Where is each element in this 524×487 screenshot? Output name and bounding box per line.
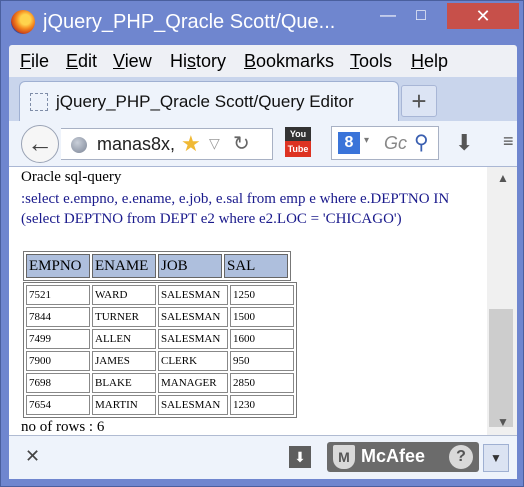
header-table: EMPNO ENAME JOB SAL <box>23 251 291 281</box>
header-row: EMPNO ENAME JOB SAL <box>26 254 288 278</box>
cell-job: SALESMAN <box>158 285 228 305</box>
vertical-scrollbar[interactable]: ▲ ▼ <box>487 167 517 435</box>
mcafee-label: McAfee <box>361 446 426 466</box>
cell-sal: 950 <box>230 351 294 371</box>
row-count: no of rows : 6 <box>21 419 105 435</box>
youtube-icon-top: You <box>285 127 311 141</box>
cell-sal: 1600 <box>230 329 294 349</box>
scroll-thumb[interactable] <box>489 309 513 427</box>
url-text[interactable]: manas8x, <box>97 134 177 155</box>
table-row: 7499 ALLEN SALESMAN 1600 <box>26 329 294 349</box>
cell-empno: 7521 <box>26 285 90 305</box>
menu-bookmarks[interactable]: Bookmarks <box>244 51 334 72</box>
page-title: Oracle sql-query <box>21 169 122 185</box>
tab-query-editor[interactable]: jQuery_PHP_Qracle Scott/Query Editor <box>19 81 399 121</box>
search-icon[interactable]: ⚲ <box>414 130 429 155</box>
bookmark-star-icon[interactable]: ★ <box>181 131 201 157</box>
header-sal: SAL <box>224 254 288 278</box>
close-icon[interactable]: ✕ <box>447 3 519 29</box>
firefox-logo-icon <box>11 10 35 34</box>
cell-empno: 7844 <box>26 307 90 327</box>
addon-bar: ✕ ⬇ M McAfee ? ▼ <box>9 435 517 479</box>
table-row: 7698 BLAKE MANAGER 2850 <box>26 373 294 393</box>
results-table: 7521 WARD SALESMAN 1250 7844 TURNER SALE… <box>23 282 297 418</box>
cell-ename: BLAKE <box>92 373 156 393</box>
menu-file[interactable]: File <box>20 51 49 72</box>
page-icon <box>30 93 48 111</box>
table-row: 7654 MARTIN SALESMAN 1230 <box>26 395 294 415</box>
minimize-icon[interactable]: — <box>373 3 403 29</box>
cell-ename: ALLEN <box>92 329 156 349</box>
navigation-bar: ← manas8x, ★ ▽ ↻ You Tube 8 ▾ Gc ⚲ ⬇ ≡ <box>9 121 517 167</box>
sql-query-text: :select e.empno, e.ename, e.job, e.sal f… <box>21 191 450 227</box>
cell-sal: 2850 <box>230 373 294 393</box>
header-job: JOB <box>158 254 222 278</box>
menu-help[interactable]: Help <box>411 51 448 72</box>
addon-dropdown-icon[interactable]: ▼ <box>483 444 509 472</box>
window-title: jQuery_PHP_Qracle Scott/Que... <box>43 11 336 33</box>
cell-job: SALESMAN <box>158 307 228 327</box>
cell-job: CLERK <box>158 351 228 371</box>
cell-ename: MARTIN <box>92 395 156 415</box>
youtube-icon[interactable]: You Tube <box>285 127 311 161</box>
header-empno: EMPNO <box>26 254 90 278</box>
header-ename: ENAME <box>92 254 156 278</box>
menu-view[interactable]: View <box>113 51 152 72</box>
cell-empno: 7499 <box>26 329 90 349</box>
table-row: 7844 TURNER SALESMAN 1500 <box>26 307 294 327</box>
maximize-icon[interactable]: □ <box>406 3 436 29</box>
google-icon[interactable]: 8 <box>338 132 360 154</box>
scroll-up-icon[interactable]: ▲ <box>497 171 509 186</box>
url-bar[interactable]: manas8x, ★ ▽ ↻ <box>61 128 273 160</box>
cell-job: MANAGER <box>158 373 228 393</box>
menu-icon[interactable]: ≡ <box>503 131 514 152</box>
menu-history[interactable]: History <box>170 51 226 72</box>
back-arrow-icon[interactable]: ← <box>21 125 59 163</box>
table-row: 7521 WARD SALESMAN 1250 <box>26 285 294 305</box>
page-content: Oracle sql-query :select e.empno, e.enam… <box>9 167 517 435</box>
help-icon[interactable]: ? <box>449 445 473 469</box>
mcafee-shield-icon: M <box>333 445 355 469</box>
mcafee-button[interactable]: M McAfee ? <box>327 442 479 472</box>
cell-job: SALESMAN <box>158 395 228 415</box>
tab-label: jQuery_PHP_Qracle Scott/Query Editor <box>56 92 354 111</box>
cell-empno: 7698 <box>26 373 90 393</box>
cell-job: SALESMAN <box>158 329 228 349</box>
close-addon-bar-icon[interactable]: ✕ <box>25 446 40 467</box>
cell-ename: JAMES <box>92 351 156 371</box>
menu-bar: File Edit View History Bookmarks Tools H… <box>9 45 517 77</box>
cell-sal: 1250 <box>230 285 294 305</box>
table-row: 7900 JAMES CLERK 950 <box>26 351 294 371</box>
reload-icon[interactable]: ↻ <box>233 131 250 156</box>
cell-empno: 7900 <box>26 351 90 371</box>
engine-dropdown-icon[interactable]: ▾ <box>364 135 369 146</box>
new-tab-button[interactable]: + <box>401 85 437 117</box>
cell-sal: 1500 <box>230 307 294 327</box>
browser-window: jQuery_PHP_Qracle Scott/Que... — □ ✕ Fil… <box>0 0 524 487</box>
youtube-icon-bottom: Tube <box>285 141 311 157</box>
download-icon[interactable]: ⬇ <box>289 446 311 468</box>
downloads-icon[interactable]: ⬇ <box>455 130 473 156</box>
history-dropdown-icon[interactable]: ▽ <box>209 135 220 152</box>
cell-empno: 7654 <box>26 395 90 415</box>
tab-strip: jQuery_PHP_Qracle Scott/Query Editor + <box>9 77 517 121</box>
menu-edit[interactable]: Edit <box>66 51 97 72</box>
scroll-down-icon[interactable]: ▼ <box>497 415 509 430</box>
search-bar[interactable]: 8 ▾ Gc ⚲ <box>331 126 439 160</box>
cell-ename: WARD <box>92 285 156 305</box>
search-input[interactable]: Gc <box>384 133 407 154</box>
title-bar: jQuery_PHP_Qracle Scott/Que... — □ ✕ <box>1 1 524 45</box>
cell-sal: 1230 <box>230 395 294 415</box>
globe-icon <box>71 137 87 153</box>
menu-tools[interactable]: Tools <box>350 51 392 72</box>
cell-ename: TURNER <box>92 307 156 327</box>
